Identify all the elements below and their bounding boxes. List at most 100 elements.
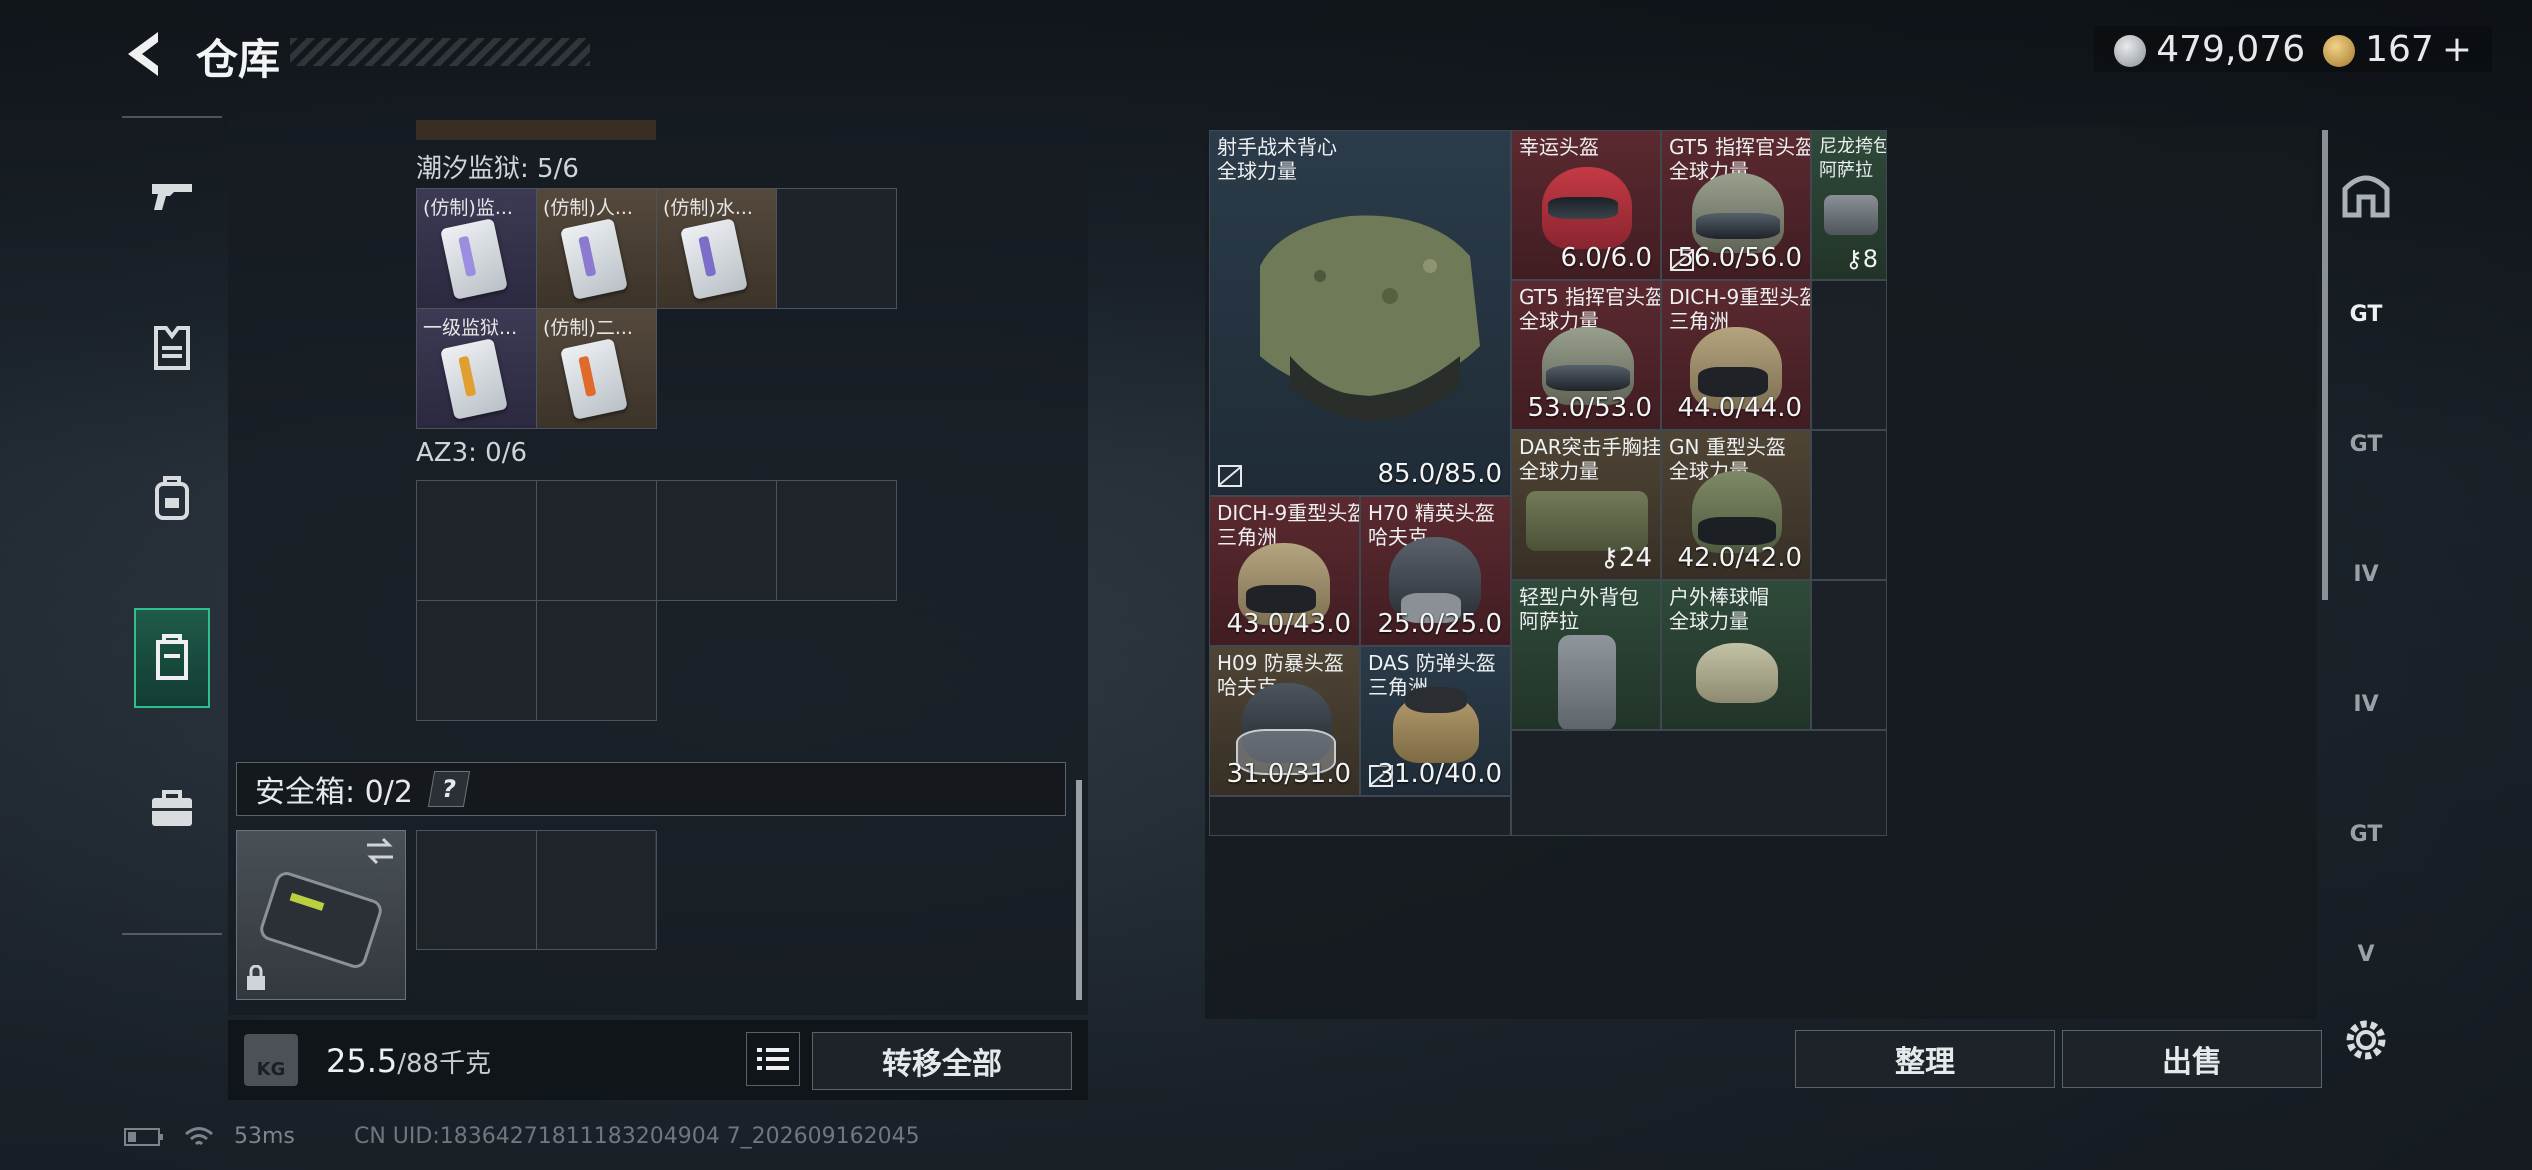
back-arrow-icon[interactable]: [118, 26, 174, 82]
item-name: GT5 指挥官头盔 全球力量: [1519, 285, 1661, 333]
storage-tab-4[interactable]: IV: [2330, 668, 2402, 740]
storage-item[interactable]: GT5 指挥官头盔 全球力量 53.0/53.0: [1511, 280, 1661, 430]
empty-slot[interactable]: [777, 481, 897, 601]
previous-section-edge: [416, 120, 656, 140]
inventory-item[interactable]: (仿制)水...: [657, 189, 777, 309]
storage-item[interactable]: GN 重型头盔 全球力量 42.0/42.0: [1661, 430, 1811, 580]
empty-slot[interactable]: [537, 601, 657, 721]
gear-icon[interactable]: [2338, 1012, 2394, 1068]
weight-value: 25.5: [326, 1042, 398, 1080]
swap-icon[interactable]: [363, 837, 397, 865]
safe-box-item[interactable]: [236, 830, 406, 1000]
category-rail: [122, 116, 222, 935]
storage-item[interactable]: 户外棒球帽 全球力量: [1661, 580, 1811, 730]
item-name: 射手战术背心 全球力量: [1217, 135, 1337, 183]
chest-rig-tab[interactable]: [134, 608, 210, 708]
item-name: 轻型户外背包 阿萨拉: [1519, 585, 1639, 633]
silver-currency[interactable]: 479,076: [2114, 29, 2305, 70]
inventory-item[interactable]: (仿制)监...: [417, 189, 537, 309]
empty-slot[interactable]: [1811, 580, 1887, 730]
storage-item[interactable]: GT5 指挥官头盔 全球力量 56.0/56.0: [1661, 130, 1811, 280]
page-title: 仓库: [196, 35, 281, 84]
storage-item[interactable]: H09 防暴头盔 哈夫克 31.0/31.0: [1209, 646, 1360, 796]
sort-button[interactable]: 整理: [1795, 1030, 2055, 1088]
empty-slot[interactable]: [417, 831, 537, 949]
storage-tab-5[interactable]: GT: [2330, 798, 2402, 870]
help-button[interactable]: ?: [427, 771, 471, 807]
tab-label: GT: [2349, 301, 2383, 327]
storage-item[interactable]: 尼龙挎包 阿萨拉 ⚷8: [1811, 130, 1887, 280]
helmet-visor: [1548, 197, 1618, 219]
item-count: ⚷24: [1599, 543, 1652, 573]
empty-slot[interactable]: [1811, 280, 1887, 430]
storage-item[interactable]: 轻型户外背包 阿萨拉: [1511, 580, 1661, 730]
broken-icon: [1218, 465, 1242, 487]
keycard-image: [560, 218, 628, 300]
gold-currency[interactable]: 167 +: [2323, 29, 2472, 70]
empty-slot[interactable]: [777, 189, 897, 309]
backpack-tab[interactable]: [134, 448, 210, 548]
item-name: (仿制)二...: [543, 317, 633, 339]
empty-slot[interactable]: [417, 481, 537, 601]
helmet-visor: [1546, 365, 1630, 391]
silver-coin-icon: [2114, 34, 2147, 67]
weight-icon: KG: [244, 1034, 298, 1086]
list-icon: [757, 1048, 789, 1070]
storage-tab-2[interactable]: GT: [2330, 408, 2402, 480]
section-label: 潮汐监狱: 5/6: [416, 154, 579, 184]
item-durability: 25.0/25.0: [1377, 609, 1502, 639]
storage-tab-main[interactable]: [2330, 158, 2402, 230]
storage-tab-3[interactable]: IV: [2330, 538, 2402, 610]
storage-scrollbar[interactable]: [2322, 130, 2328, 600]
weapon-tab[interactable]: [134, 146, 210, 246]
empty-slot[interactable]: [1811, 430, 1887, 580]
empty-slot[interactable]: [417, 601, 537, 721]
item-count-value: 24: [1618, 543, 1652, 573]
storage-item[interactable]: DAS 防弹头盔 三角洲 31.0/40.0: [1360, 646, 1511, 796]
item-name: DICH-9重型头盔 三角洲: [1669, 285, 1811, 333]
battery-icon: [124, 1127, 163, 1146]
empty-slot[interactable]: [537, 831, 657, 949]
safe-box-label: 安全箱: 0/2: [255, 775, 413, 810]
list-view-button[interactable]: [746, 1032, 800, 1086]
ping-readout: 53ms: [234, 1124, 295, 1149]
storage-item[interactable]: DAR突击手胸挂 全球力量 ⚷24: [1511, 430, 1661, 580]
helmet-visor: [1696, 213, 1780, 239]
storage-tab-6[interactable]: V: [2330, 918, 2402, 990]
armor-tab[interactable]: [134, 298, 210, 398]
empty-slot[interactable]: [1511, 730, 1887, 836]
tab-label: IV: [2353, 691, 2379, 717]
keycard-image: [560, 338, 628, 420]
container-grid-2: [416, 480, 897, 721]
storage-item[interactable]: DICH-9重型头盔 三角洲 44.0/44.0: [1661, 280, 1811, 430]
case-tab[interactable]: [134, 758, 210, 858]
empty-slot[interactable]: [1209, 796, 1511, 836]
item-durability: 42.0/42.0: [1677, 543, 1802, 573]
empty-slot[interactable]: [657, 481, 777, 601]
tab-label: GT: [2349, 821, 2383, 847]
transfer-all-button[interactable]: 转移全部: [812, 1032, 1072, 1090]
item-durability: 53.0/53.0: [1527, 393, 1652, 423]
storage-item[interactable]: H70 精英头盔 哈夫克 25.0/25.0: [1360, 496, 1511, 646]
chest-rig-image: [1526, 491, 1648, 551]
storage-tab-1[interactable]: GT: [2330, 278, 2402, 350]
lock-icon: [247, 965, 265, 990]
item-name: DAR突击手胸挂 全球力量: [1519, 435, 1661, 483]
gun-icon: [152, 184, 192, 210]
inventory-item[interactable]: (仿制)二...: [537, 309, 657, 429]
sell-button[interactable]: 出售: [2062, 1030, 2322, 1088]
item-name: (仿制)人...: [543, 197, 633, 219]
item-durability: 56.0/56.0: [1677, 243, 1802, 273]
storage-item[interactable]: 幸运头盔 6.0/6.0: [1511, 130, 1661, 280]
add-gold-button[interactable]: +: [2442, 29, 2472, 70]
scrollbar[interactable]: [1076, 780, 1082, 1000]
tab-label: IV: [2353, 561, 2379, 587]
inventory-item[interactable]: (仿制)人...: [537, 189, 657, 309]
storage-item[interactable]: 射手战术背心 全球力量 85.0/85.0: [1209, 130, 1511, 496]
inventory-item[interactable]: 一级监狱...: [417, 309, 537, 429]
backpack-image: [1558, 635, 1616, 729]
empty-slot[interactable]: [537, 481, 657, 601]
currency-bar: 479,076 167 +: [2094, 26, 2492, 72]
storage-item[interactable]: DICH-9重型头盔 三角洲 43.0/43.0: [1209, 496, 1360, 646]
item-name: 一级监狱...: [423, 317, 518, 339]
